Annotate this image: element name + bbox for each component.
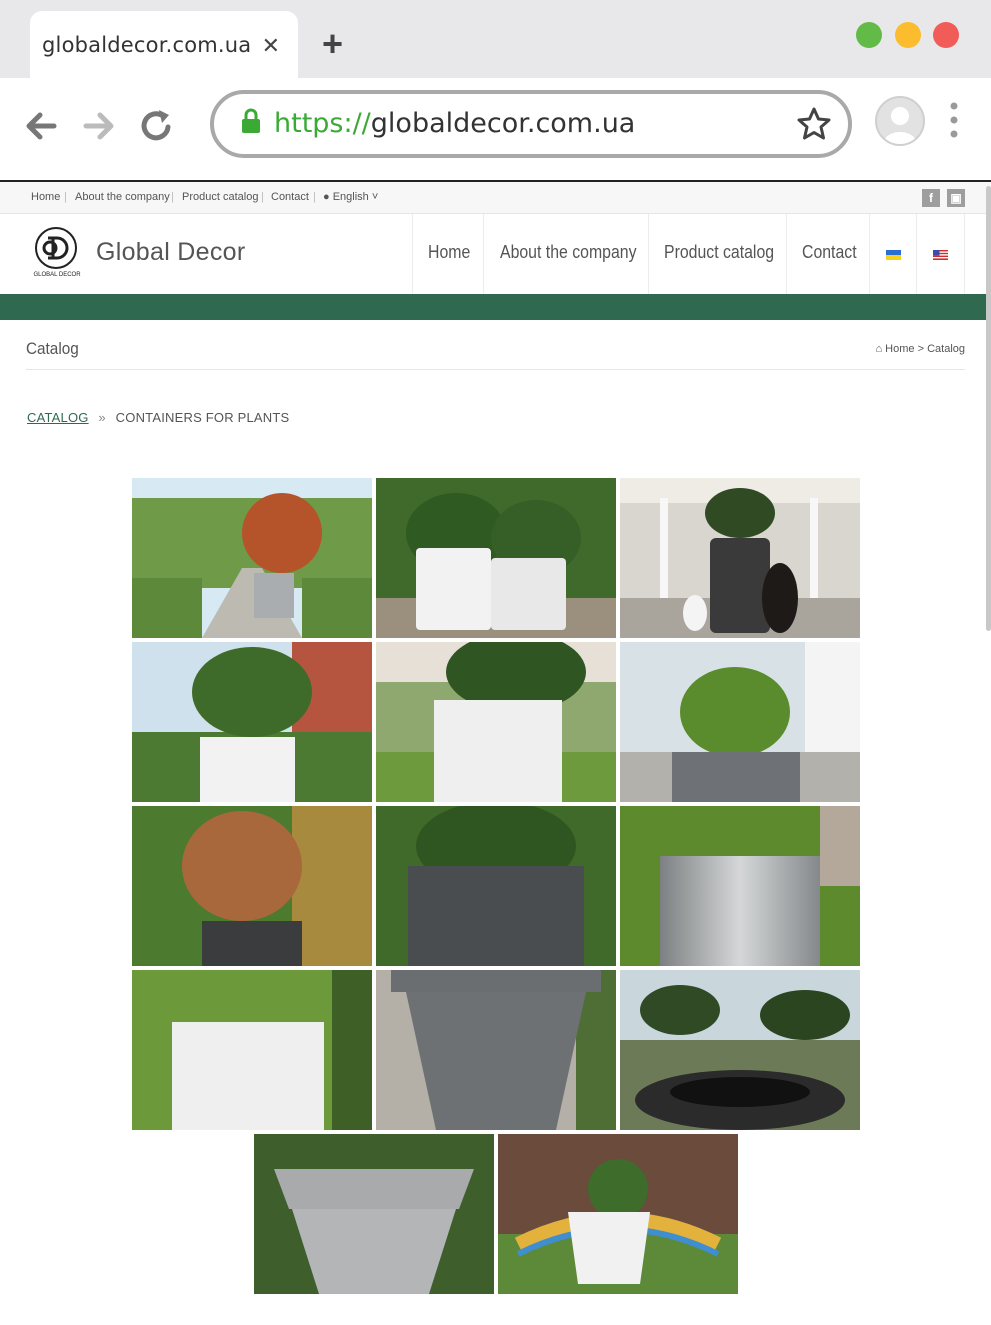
gallery-thumbnail[interactable] (376, 806, 616, 966)
nav-contact[interactable]: Contact (786, 214, 870, 294)
facebook-icon[interactable]: f (922, 189, 940, 207)
window-minimize-button[interactable] (895, 22, 921, 48)
ukraine-flag-icon (886, 250, 901, 260)
window-maximize-button[interactable] (856, 22, 882, 48)
site-top-strip: Home | About the company | Product catal… (0, 182, 991, 214)
breadcrumb-current: Catalog (927, 343, 965, 355)
reload-icon[interactable] (137, 106, 177, 146)
heading-divider (26, 369, 965, 370)
header-accent-bar (0, 294, 991, 320)
gallery-thumbnail[interactable] (132, 642, 372, 802)
browser-tab-bar: globaldecor.com.ua ✕ + (0, 0, 991, 78)
top-link-about[interactable]: About the company (75, 191, 170, 203)
nav-home[interactable]: Home (412, 214, 484, 294)
browser-menu-icon[interactable] (948, 100, 960, 140)
chevron-down-icon: ˅ (371, 191, 379, 203)
globe-icon: ● (323, 191, 330, 203)
photo-dark-planter-autumn (132, 806, 372, 966)
photo-white-pot-rainbow-bench (498, 1134, 738, 1294)
home-icon: ⌂ (875, 343, 883, 355)
back-arrow-icon[interactable] (22, 106, 62, 146)
nav-product-catalog[interactable]: Product catalog (648, 214, 787, 294)
photo-white-cube-planter (132, 642, 372, 802)
gallery-thumbnail[interactable] (376, 478, 616, 638)
category-name: CONTAINERS FOR PLANTS (115, 410, 290, 425)
photo-dark-planter-pavilion (620, 478, 860, 638)
site-header: GLOBAL DECOR Global Decor Home About the… (0, 214, 991, 294)
profile-avatar[interactable] (875, 96, 925, 146)
gallery-thumbnail[interactable] (620, 478, 860, 638)
close-tab-icon[interactable]: ✕ (262, 33, 280, 59)
page-scrollbar[interactable] (986, 186, 991, 631)
photo-charcoal-cylinder (376, 806, 616, 966)
language-selector[interactable]: ● English ˅ (323, 191, 378, 203)
lock-icon (242, 108, 260, 133)
url-text: https://globaldecor.com.ua (274, 108, 635, 139)
gallery-thumbnail[interactable] (132, 970, 372, 1130)
gallery-thumbnail[interactable] (376, 970, 616, 1130)
gallery-thumbnail[interactable] (620, 806, 860, 966)
photo-grey-bowl-planter (620, 642, 860, 802)
photo-steel-planter-alley (132, 478, 372, 638)
nav-about[interactable]: About the company (483, 214, 648, 294)
breadcrumb: ⌂ Home > Catalog (875, 343, 965, 355)
gallery-thumbnail[interactable] (376, 642, 616, 802)
tab-title: globaldecor.com.ua (42, 33, 252, 57)
category-breadcrumb: CATALOG » CONTAINERS FOR PLANTS (27, 410, 289, 425)
breadcrumb-home[interactable]: Home (885, 343, 914, 355)
photo-grey-tall-pot (376, 970, 616, 1130)
photo-light-grey-pot (254, 1134, 494, 1294)
top-link-contact[interactable]: Contact (271, 191, 309, 203)
language-ukrainian[interactable] (869, 214, 917, 294)
user-icon (883, 107, 917, 144)
url-protocol: https:// (274, 108, 371, 139)
photo-steel-cylinder (620, 806, 860, 966)
bookmark-star-icon[interactable] (796, 106, 832, 142)
gallery-thumbnail[interactable] (620, 642, 860, 802)
breadcrumb-separator: > (917, 343, 925, 355)
logo-caption: GLOBAL DECOR (33, 272, 81, 278)
photo-white-cylinder-pine (376, 642, 616, 802)
photo-white-cylinder-thuja (132, 970, 372, 1130)
global-decor-logo[interactable]: GLOBAL DECOR (26, 226, 88, 278)
window-close-button[interactable] (933, 22, 959, 48)
page-title: Catalog (26, 339, 79, 358)
instagram-icon[interactable]: ▣ (947, 189, 965, 207)
browser-tab[interactable]: globaldecor.com.ua ✕ (30, 11, 298, 78)
photo-white-planters-pines (376, 478, 616, 638)
top-link-catalog[interactable]: Product catalog (182, 191, 258, 203)
gallery-thumbnail[interactable] (498, 1134, 738, 1294)
site-brand-name: Global Decor (96, 238, 246, 266)
gallery-thumbnail[interactable] (132, 478, 372, 638)
browser-toolbar: https://globaldecor.com.ua (0, 78, 991, 180)
top-link-home[interactable]: Home (31, 191, 60, 203)
photo-low-round-planter (620, 970, 860, 1130)
new-tab-icon[interactable]: + (322, 24, 343, 64)
language-label: English (332, 191, 369, 203)
url-host: globaldecor.com.ua (370, 108, 636, 139)
catalog-link[interactable]: CATALOG (27, 410, 89, 425)
gallery-thumbnail[interactable] (132, 806, 372, 966)
gallery-thumbnail[interactable] (254, 1134, 494, 1294)
language-english[interactable] (916, 214, 965, 294)
gallery-thumbnail[interactable] (620, 970, 860, 1130)
us-flag-icon (933, 250, 948, 260)
forward-arrow-icon[interactable] (78, 106, 118, 146)
category-separator: » (98, 410, 106, 425)
address-bar[interactable]: https://globaldecor.com.ua (210, 90, 852, 158)
